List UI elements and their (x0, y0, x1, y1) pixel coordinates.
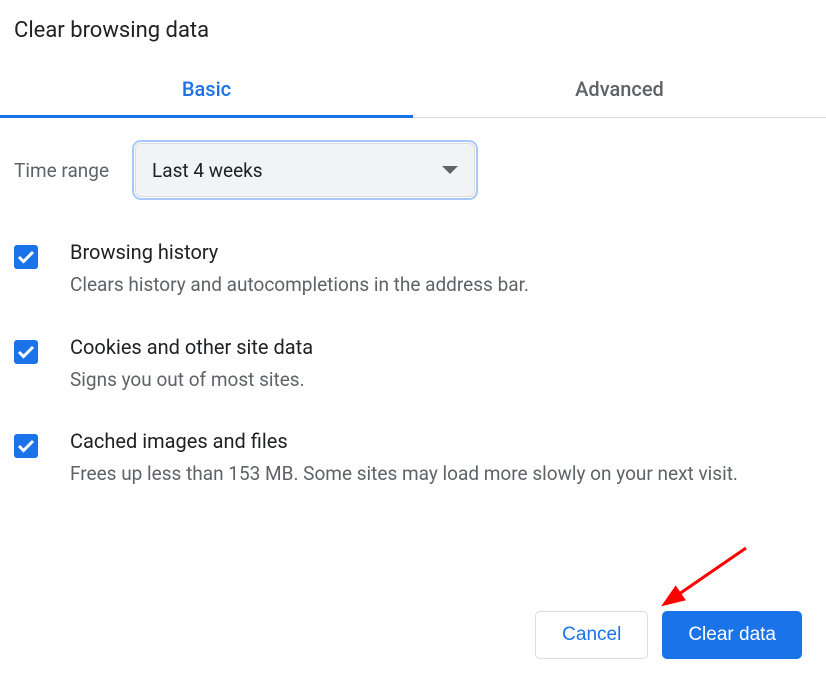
option-title: Cookies and other site data (70, 332, 812, 362)
checkbox-cookies[interactable] (14, 340, 38, 364)
time-range-row: Time range Last 4 weeks (14, 143, 812, 197)
option-text: Browsing history Clears history and auto… (70, 237, 812, 300)
chevron-down-icon (442, 166, 458, 174)
option-desc: Signs you out of most sites. (70, 366, 812, 395)
dialog-title: Clear browsing data (0, 0, 826, 51)
tabs-container: Basic Advanced (0, 63, 826, 118)
option-desc: Frees up less than 153 MB. Some sites ma… (70, 460, 812, 489)
time-range-value: Last 4 weeks (152, 159, 263, 182)
checkbox-browsing-history[interactable] (14, 245, 38, 269)
option-text: Cookies and other site data Signs you ou… (70, 332, 812, 395)
option-text: Cached images and files Frees up less th… (70, 426, 812, 489)
content-area: Time range Last 4 weeks Browsing history… (0, 118, 826, 489)
option-cookies: Cookies and other site data Signs you ou… (14, 332, 812, 395)
clear-data-button[interactable]: Clear data (662, 611, 802, 659)
check-icon (17, 439, 35, 453)
time-range-select-wrap: Last 4 weeks (135, 143, 475, 197)
check-icon (17, 345, 35, 359)
time-range-label: Time range (14, 159, 109, 182)
cancel-button[interactable]: Cancel (535, 611, 648, 659)
footer-buttons: Cancel Clear data (535, 611, 802, 659)
time-range-select[interactable]: Last 4 weeks (135, 143, 475, 197)
option-browsing-history: Browsing history Clears history and auto… (14, 237, 812, 300)
option-desc: Clears history and autocompletions in th… (70, 271, 812, 300)
checkbox-cached[interactable] (14, 434, 38, 458)
option-title: Browsing history (70, 237, 812, 267)
option-cached: Cached images and files Frees up less th… (14, 426, 812, 489)
check-icon (17, 250, 35, 264)
option-title: Cached images and files (70, 426, 812, 456)
tab-basic[interactable]: Basic (0, 63, 413, 118)
tab-advanced[interactable]: Advanced (413, 63, 826, 118)
